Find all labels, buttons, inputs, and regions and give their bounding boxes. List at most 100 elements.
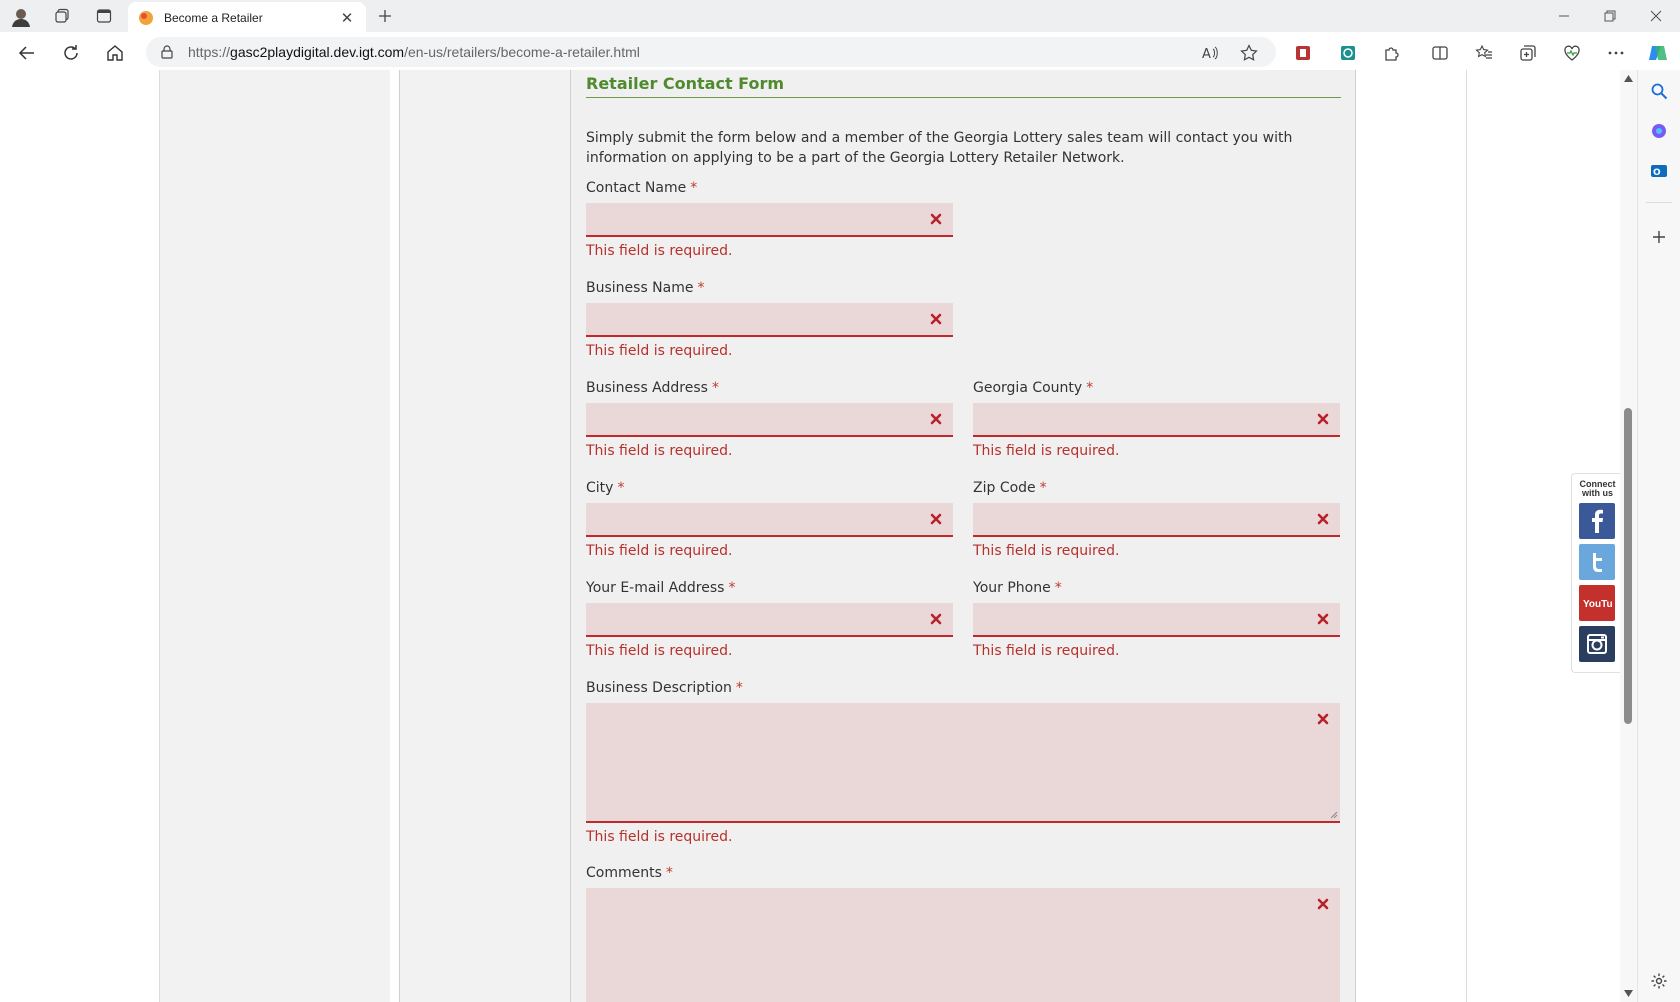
- business-description-label: Business Description *: [586, 680, 743, 696]
- zip-code-field: Zip Code * This field is required.: [973, 480, 1340, 563]
- error-message: This field is required.: [973, 643, 1120, 659]
- zip-code-input[interactable]: [973, 503, 1340, 537]
- close-icon: [1650, 10, 1662, 22]
- facebook-button[interactable]: [1579, 503, 1615, 539]
- workspaces-button[interactable]: [50, 4, 74, 28]
- required-marker: *: [690, 180, 698, 196]
- profile-avatar[interactable]: [8, 4, 34, 30]
- read-aloud-button[interactable]: A: [1195, 39, 1225, 67]
- georgia-county-input[interactable]: [973, 403, 1340, 437]
- read-aloud-icon: A: [1202, 46, 1218, 62]
- more-dots-icon: [1608, 51, 1624, 55]
- minimize-button[interactable]: [1541, 2, 1587, 30]
- error-message: This field is required.: [586, 829, 733, 845]
- settings-more-button[interactable]: [1601, 39, 1631, 67]
- restore-icon: [1604, 10, 1616, 22]
- required-marker: *: [1039, 480, 1047, 496]
- sidebar-add-button[interactable]: [1646, 224, 1672, 250]
- social-caption: Connect with us: [1579, 479, 1616, 498]
- collections-icon: [1520, 45, 1536, 61]
- tab-bar: Become a Retailer ✕: [0, 0, 1680, 34]
- close-window-button[interactable]: [1633, 2, 1679, 30]
- city-label: City *: [586, 480, 625, 496]
- twitter-icon: [1593, 553, 1602, 572]
- business-address-input[interactable]: [586, 403, 953, 437]
- restore-button[interactable]: [1587, 2, 1633, 30]
- business-name-input[interactable]: [586, 303, 953, 337]
- address-bar[interactable]: https://gasc2playdigital.dev.igt.com/en-…: [146, 37, 1276, 67]
- home-icon: [107, 45, 123, 61]
- error-x-icon: [1314, 610, 1332, 628]
- edge-sidebar: O: [1637, 70, 1680, 1002]
- active-tab[interactable]: Become a Retailer ✕: [128, 2, 366, 34]
- plus-icon: [1653, 231, 1665, 243]
- svg-text:YouTube: YouTube: [1583, 599, 1612, 610]
- split-screen-button[interactable]: [1425, 39, 1455, 67]
- comments-textarea[interactable]: [586, 888, 1340, 1002]
- collections-button[interactable]: [1513, 39, 1543, 67]
- business-name-field: Business Name * This field is required.: [586, 280, 953, 363]
- scrollbar-thumb[interactable]: [1624, 408, 1632, 724]
- lock-icon[interactable]: [160, 45, 174, 59]
- phone-input[interactable]: [973, 603, 1340, 637]
- page-scrollbar[interactable]: [1620, 70, 1637, 1002]
- site-favicon-icon: [139, 11, 153, 25]
- home-button[interactable]: [101, 39, 129, 67]
- youtube-icon: YouTube: [1583, 599, 1612, 610]
- error-message: This field is required.: [586, 643, 733, 659]
- error-x-icon: [927, 210, 945, 228]
- form-content: Retailer Contact Form Simply submit the …: [570, 70, 1356, 1002]
- workspaces-icon: [55, 8, 69, 23]
- browser-essentials-button[interactable]: [1557, 39, 1587, 67]
- favorite-button[interactable]: [1234, 39, 1264, 67]
- email-input[interactable]: [586, 603, 953, 637]
- sidebar-search-button[interactable]: [1646, 78, 1672, 104]
- search-icon: [1651, 83, 1668, 100]
- instagram-icon: [1587, 634, 1607, 654]
- tab-title: Become a Retailer: [164, 11, 263, 25]
- zip-code-label: Zip Code *: [973, 480, 1047, 496]
- sidebar-outlook-button[interactable]: O: [1646, 158, 1672, 184]
- sidebar-copilot-app-button[interactable]: [1646, 118, 1672, 144]
- new-tab-button[interactable]: [373, 4, 397, 28]
- refresh-button[interactable]: [57, 39, 85, 67]
- extension-red-icon: [1296, 46, 1310, 60]
- scroll-up-icon[interactable]: [1623, 73, 1634, 84]
- instagram-button[interactable]: [1579, 626, 1615, 662]
- url-path: /en-us/retailers/become-a-retailer.html: [404, 44, 640, 60]
- phone-field: Your Phone * This field is required.: [973, 580, 1340, 663]
- twitter-button[interactable]: [1579, 544, 1615, 580]
- tab-actions-button[interactable]: [92, 4, 116, 28]
- sidebar-settings-button[interactable]: [1646, 968, 1672, 994]
- scroll-down-icon[interactable]: [1623, 988, 1634, 999]
- contact-name-input[interactable]: [586, 203, 953, 237]
- page-wrapper: Retailer Contact Form Simply submit the …: [160, 70, 1620, 1002]
- resize-handle-icon[interactable]: [1328, 809, 1338, 819]
- minimize-icon: [1559, 15, 1569, 17]
- sidebar-divider: [1646, 202, 1672, 203]
- extension-1-button[interactable]: [1288, 39, 1318, 67]
- url-scheme: https://: [188, 44, 231, 60]
- extension-2-button[interactable]: [1333, 39, 1363, 67]
- error-x-icon: [1314, 710, 1332, 728]
- page-viewport: Retailer Contact Form Simply submit the …: [0, 70, 1620, 1002]
- required-marker: *: [697, 280, 705, 296]
- plus-icon: [379, 10, 391, 22]
- city-input[interactable]: [586, 503, 953, 537]
- error-x-icon: [1314, 410, 1332, 428]
- url-host: gasc2playdigital.dev.igt.com: [230, 44, 405, 60]
- error-x-icon: [927, 610, 945, 628]
- heart-pulse-icon: [1564, 45, 1580, 61]
- svg-text:A: A: [1202, 47, 1211, 62]
- copilot-app-icon: [1652, 124, 1666, 138]
- extensions-button[interactable]: [1377, 39, 1407, 67]
- favorites-button[interactable]: [1469, 39, 1499, 67]
- business-description-textarea[interactable]: [586, 703, 1340, 823]
- facebook-icon: [1592, 509, 1603, 533]
- copilot-button[interactable]: [1643, 39, 1673, 67]
- error-x-icon: [927, 310, 945, 328]
- back-button[interactable]: [13, 39, 41, 67]
- business-address-label: Business Address *: [586, 380, 719, 396]
- tab-close-icon[interactable]: ✕: [338, 9, 356, 27]
- youtube-button[interactable]: YouTube: [1579, 585, 1615, 621]
